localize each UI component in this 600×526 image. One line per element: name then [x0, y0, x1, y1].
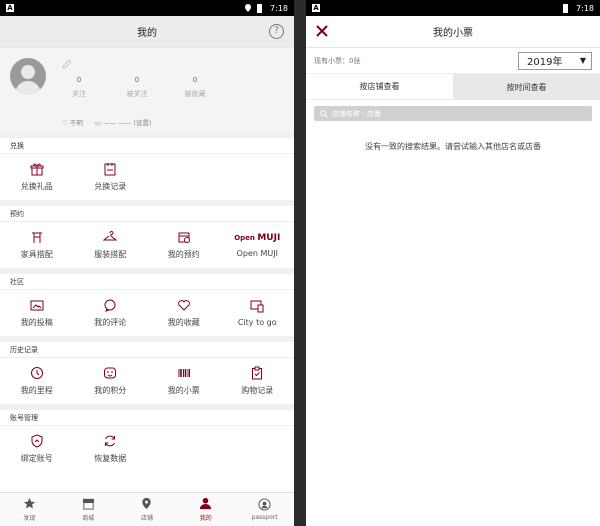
page-title: 我的小票	[433, 28, 473, 39]
image-icon	[30, 300, 44, 311]
avatar[interactable]	[10, 58, 46, 94]
tab-mine[interactable]: 我的	[176, 493, 235, 526]
tab-passport[interactable]: passport	[235, 493, 294, 526]
menu-item-restore-data[interactable]: 恢复数据	[74, 426, 148, 472]
section-title-exchange: 兑换	[0, 132, 294, 154]
receipt-count: 现有小票：0张	[314, 56, 361, 65]
furniture-icon	[31, 232, 42, 243]
menu-item-exchange-record[interactable]: 兑换记录	[74, 154, 148, 200]
section-title-account: 账号管理	[0, 404, 294, 426]
barcode-icon	[178, 369, 190, 377]
heart-icon	[177, 300, 190, 311]
search-icon	[320, 109, 328, 118]
shield-link-icon	[31, 434, 43, 448]
open-muji-logo: Open MUJI	[234, 232, 281, 243]
section-account: 绑定账号 恢复数据	[0, 426, 294, 472]
stat-followers[interactable]: 0 被关注	[108, 76, 166, 99]
status-time: 7:18	[576, 3, 594, 13]
clock-icon	[30, 367, 43, 379]
app-notification-icon: A	[6, 4, 14, 12]
store-search-input[interactable]: 店铺名称・店番	[314, 106, 592, 121]
shop-icon	[82, 498, 94, 510]
birthday-info[interactable]: ▭ —— —— (设置)	[95, 117, 151, 127]
menu-item-my-mileage[interactable]: 我的里程	[0, 358, 74, 404]
clipboard-icon	[252, 366, 263, 380]
tab-discover[interactable]: 发现	[0, 493, 59, 526]
status-bar: A 7:18	[0, 0, 294, 16]
bottom-tab-bar: 发现 商城 店铺 我的 passport	[0, 492, 294, 526]
help-icon[interactable]: ?	[269, 24, 284, 39]
profile-stats: 0 关注 0 被关注 0 被收藏	[50, 76, 224, 99]
menu-item-my-posts[interactable]: 我的投稿	[0, 290, 74, 336]
my-page-screen: A 7:18 我的 ? 0 关注 0 被关注 0 被收藏 ♡ 不明 ▭ —— —…	[0, 0, 294, 526]
section-history: 我的里程 我的积分 我的小票 购物记录	[0, 358, 294, 404]
status-time: 7:18	[270, 3, 288, 13]
person-icon	[200, 497, 212, 510]
year-select[interactable]: 2019年 ▼	[518, 51, 592, 70]
star-icon	[23, 497, 35, 509]
page-title: 我的	[137, 28, 157, 39]
stat-follow[interactable]: 0 关注	[50, 76, 108, 99]
battery-icon	[563, 3, 569, 13]
location-icon	[142, 497, 152, 510]
status-bar-right: A 7:18	[306, 0, 600, 16]
gender-info: ♡ 不明	[62, 119, 83, 127]
menu-item-purchase-history[interactable]: 购物记录	[221, 358, 295, 404]
calendar-icon	[178, 232, 190, 243]
view-mode-tabs: 按店铺查看 按时间查看	[306, 74, 600, 100]
passport-icon	[258, 498, 271, 511]
screen-divider	[294, 0, 306, 526]
points-icon	[104, 367, 117, 379]
menu-item-furniture[interactable]: 家具搭配	[0, 222, 74, 268]
gift-icon	[30, 163, 44, 176]
my-receipts-screen: A 7:18 我的小票 现有小票：0张 2019年 ▼ 按店铺查看 按时间查看 …	[306, 0, 600, 526]
tab-by-store[interactable]: 按店铺查看	[306, 74, 453, 100]
empty-result-message: 没有一致的搜索结果。请尝试输入其他店名或店番	[365, 142, 541, 151]
section-community: 我的投稿 我的评论 我的收藏 City to go	[0, 290, 294, 336]
menu-item-city-to-go[interactable]: City to go	[221, 290, 295, 336]
profile-card: 0 关注 0 被关注 0 被收藏 ♡ 不明 ▭ —— —— (设置)	[0, 48, 294, 132]
close-icon[interactable]	[314, 23, 330, 39]
menu-item-exchange-gift[interactable]: 兑换礼品	[0, 154, 74, 200]
tab-shop[interactable]: 商城	[59, 493, 118, 526]
edit-name-icon[interactable]	[62, 60, 71, 69]
location-status-icon	[245, 4, 252, 12]
top-bar: 我的 ?	[0, 16, 294, 48]
monitor-icon	[250, 300, 264, 313]
menu-item-my-reservation[interactable]: 我的预约	[147, 222, 221, 268]
menu-item-my-receipts[interactable]: 我的小票	[147, 358, 221, 404]
menu-item-clothing[interactable]: 服装搭配	[74, 222, 148, 268]
section-exchange: 兑换礼品 兑换记录	[0, 154, 294, 200]
tab-stores[interactable]: 店铺	[118, 493, 177, 526]
section-reservation: 家具搭配 服装搭配 我的预约 Open MUJI Open MUJI	[0, 222, 294, 268]
app-notification-icon: A	[312, 4, 320, 12]
tab-by-time[interactable]: 按时间查看	[453, 74, 600, 100]
section-title-history: 历史记录	[0, 336, 294, 358]
default-avatar-icon	[15, 65, 41, 94]
record-icon	[104, 163, 116, 176]
menu-item-my-favorites[interactable]: 我的收藏	[147, 290, 221, 336]
menu-item-open-muji[interactable]: Open MUJI Open MUJI	[221, 222, 295, 268]
menu-item-bind-account[interactable]: 绑定账号	[0, 426, 74, 472]
profile-meta: ♡ 不明 ▭ —— —— (设置)	[62, 117, 151, 127]
receipts-top-bar: 我的小票	[306, 16, 600, 48]
menu-item-my-comments[interactable]: 我的评论	[74, 290, 148, 336]
section-title-reservation: 预约	[0, 200, 294, 222]
dropdown-arrow-icon: ▼	[579, 56, 586, 65]
receipt-filter-row: 现有小票：0张 2019年 ▼	[306, 48, 600, 74]
comment-icon	[104, 299, 116, 312]
refresh-icon	[105, 435, 116, 447]
hanger-icon	[103, 231, 118, 241]
stat-favorited[interactable]: 0 被收藏	[166, 76, 224, 99]
battery-icon	[257, 3, 263, 13]
menu-item-my-points[interactable]: 我的积分	[74, 358, 148, 404]
section-title-community: 社区	[0, 268, 294, 290]
